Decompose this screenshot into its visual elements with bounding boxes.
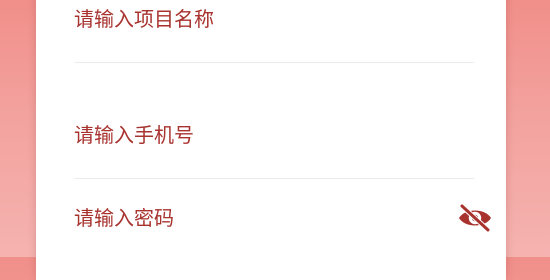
divider: [74, 178, 474, 179]
phone-field[interactable]: 请输入手机号: [74, 113, 474, 157]
divider: [74, 62, 474, 63]
password-placeholder: 请输入密码: [74, 206, 174, 230]
phone-placeholder: 请输入手机号: [74, 123, 194, 147]
login-card: 请输入项目名称 请输入手机号 请输入密码: [36, 0, 506, 280]
project-name-placeholder: 请输入项目名称: [74, 7, 214, 31]
project-name-field[interactable]: 请输入项目名称: [74, 0, 474, 41]
eye-slash-icon: [457, 203, 493, 233]
password-visibility-toggle[interactable]: [457, 203, 493, 233]
password-field[interactable]: 请输入密码: [74, 196, 491, 240]
